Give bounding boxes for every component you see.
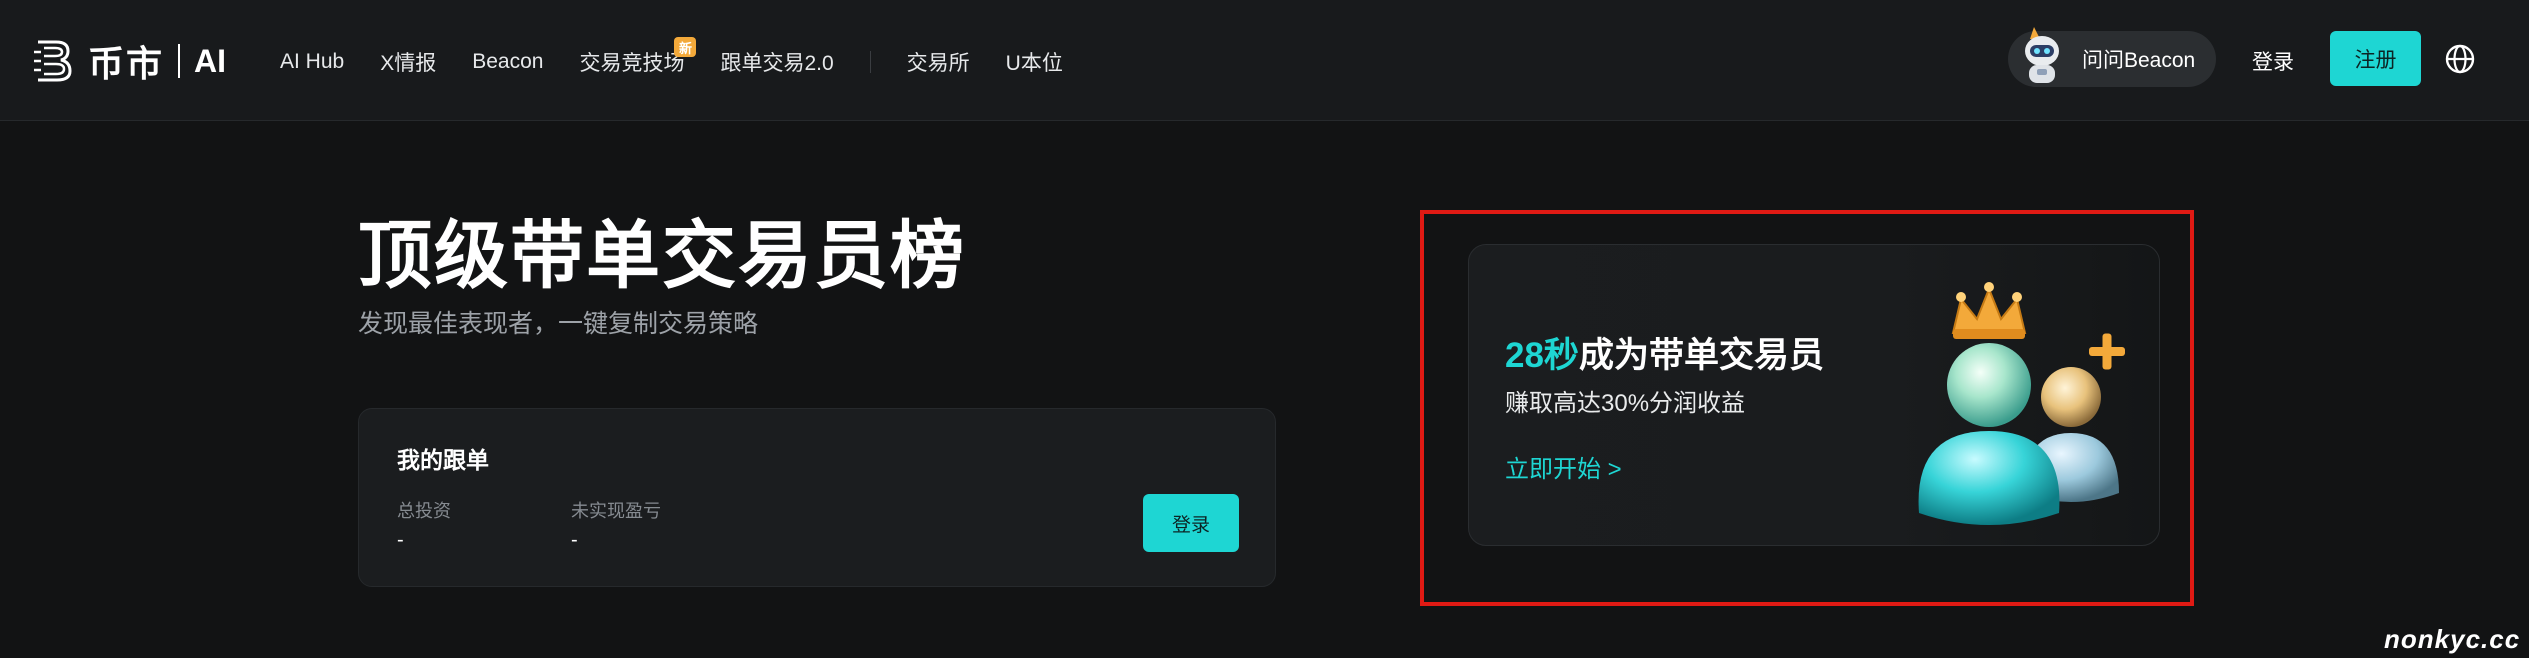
nav-link-trading-arena-label: 交易竞技场 [579, 52, 685, 75]
nav-link-ai-hub[interactable]: AI Hub [280, 50, 344, 74]
promo-subtext: 赚取高达30%分润收益 [1505, 390, 1746, 417]
watermark: nonkyc.cc [2384, 624, 2521, 654]
nav-link-trading-arena[interactable]: 交易竞技场 新 [579, 37, 697, 77]
page-title: 顶级带单交易员榜 [358, 214, 966, 297]
total-investment-value: - [397, 529, 404, 551]
brand-name: 币市 [88, 43, 165, 84]
nav-links: AI Hub X情报 Beacon 交易竞技场 新 跟单交易2.0 交易所 U本… [280, 37, 1099, 82]
total-investment-stat: 总投资 - [397, 497, 451, 552]
nav-link-usdt-futures[interactable]: U本位 [1006, 47, 1063, 77]
unrealized-pnl-stat: 未实现盈亏 - [571, 497, 661, 552]
top-nav: 币市 AI AI Hub X情报 Beacon 交易竞技场 新 跟单交易2.0 … [0, 0, 2529, 121]
globe-icon[interactable] [2444, 43, 2476, 75]
unrealized-pnl-value: - [571, 529, 578, 551]
my-follow-card: 我的跟单 总投资 - 未实现盈亏 - 登录 [358, 408, 1276, 587]
nav-link-exchange[interactable]: 交易所 [907, 47, 970, 77]
new-badge: 新 [674, 37, 697, 57]
promo-headline-rest: 成为带单交易员 [1578, 336, 1824, 375]
traders-crown-plus-icon [1918, 282, 2125, 525]
nav-link-beacon[interactable]: Beacon [472, 50, 543, 74]
brand-divider [178, 44, 181, 78]
follow-login-button[interactable]: 登录 [1143, 494, 1239, 552]
unrealized-pnl-label: 未实现盈亏 [571, 501, 661, 521]
beacon-avatar-icon [2025, 27, 2059, 83]
ask-beacon-label: 问问Beacon [2082, 49, 2196, 72]
ask-beacon-button[interactable]: 问问Beacon [2008, 27, 2216, 87]
nav-divider [869, 51, 871, 73]
total-investment-label: 总投资 [397, 501, 451, 521]
brand-logo[interactable]: 币市 AI [34, 36, 226, 86]
nav-link-x-intel[interactable]: X情报 [380, 47, 436, 77]
brand-ai: AI [194, 42, 227, 79]
become-lead-trader-card[interactable]: 28秒成为带单交易员 赚取高达30%分润收益 立即开始 > [1468, 244, 2160, 546]
logo-mark-icon [34, 40, 72, 82]
nav-login-link[interactable]: 登录 [2252, 46, 2294, 76]
nav-link-copy-trading[interactable]: 跟单交易2.0 [720, 47, 833, 77]
page-subtitle: 发现最佳表现者，一键复制交易策略 [358, 310, 759, 338]
start-now-link[interactable]: 立即开始 > [1505, 449, 1622, 484]
my-follow-title: 我的跟单 [397, 447, 489, 473]
register-button[interactable]: 注册 [2330, 31, 2421, 86]
promo-headline-accent: 28秒 [1505, 336, 1579, 375]
promo-headline: 28秒成为带单交易员 [1505, 327, 1824, 378]
